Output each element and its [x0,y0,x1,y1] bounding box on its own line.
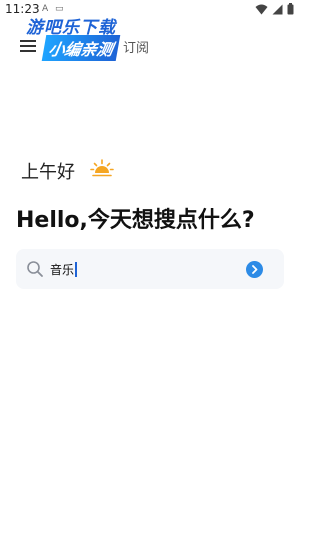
page-headline: Hello,今天想搜点什么? [16,208,255,233]
search-bar[interactable]: 音乐 [16,249,284,289]
sunrise-icon [90,159,114,177]
text-cursor [75,262,77,277]
greeting-text: 上午好 [21,162,75,183]
search-go-button[interactable] [246,261,263,278]
search-input-value: 音乐 [50,263,75,277]
search-icon [27,261,43,277]
arrow-right-circle-icon [252,265,258,274]
status-icons [255,3,294,15]
watermark-logo: 游吧乐下载 小编亲测 [18,13,126,63]
subscribe-link[interactable]: 订阅 [123,37,149,56]
signal-icon [272,4,283,14]
watermark-line-2: 小编亲测 [41,35,121,61]
battery-icon [287,3,294,15]
search-input[interactable]: 音乐 [50,261,77,278]
wifi-icon [255,4,268,14]
